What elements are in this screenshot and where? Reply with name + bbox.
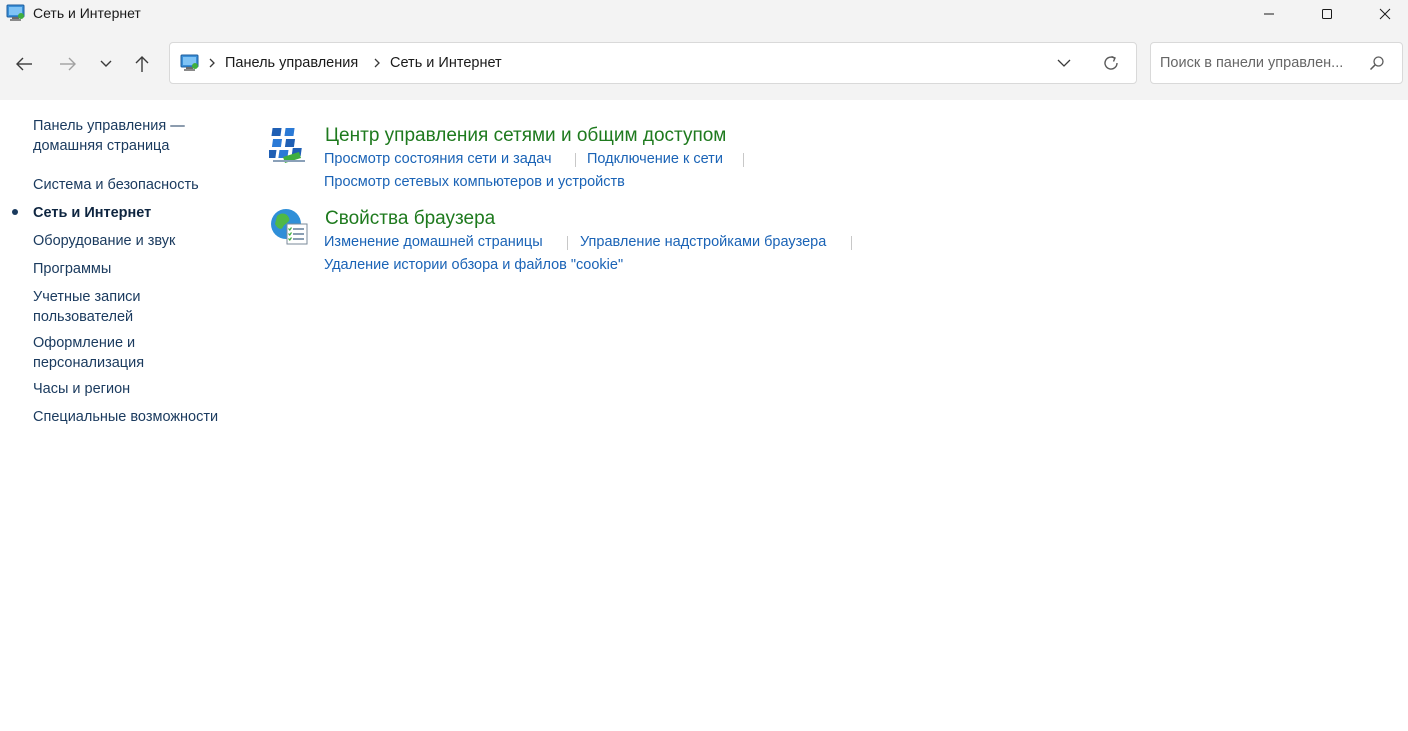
- link-change-homepage[interactable]: Изменение домашней страницы: [324, 234, 543, 250]
- link-connect-to-network[interactable]: Подключение к сети: [587, 151, 723, 167]
- sidebar-item-ease-of-access[interactable]: Специальные возможности: [33, 407, 243, 427]
- sidebar-item-control-panel-home[interactable]: Панель управления — домашняя страница: [33, 116, 243, 156]
- sidebar-item-appearance[interactable]: Оформление и персонализация: [33, 333, 163, 373]
- chevron-right-icon[interactable]: [207, 56, 217, 70]
- search-icon[interactable]: [1369, 55, 1385, 71]
- link-separator: [743, 153, 744, 167]
- recent-locations-button[interactable]: [92, 50, 120, 78]
- breadcrumb-control-panel[interactable]: Панель управления: [225, 55, 358, 71]
- close-icon: [1379, 8, 1391, 20]
- arrow-right-icon: [60, 57, 76, 71]
- sidebar-item-hardware-sound[interactable]: Оборудование и звук: [33, 231, 243, 251]
- chevron-down-icon[interactable]: [1056, 56, 1072, 70]
- close-button[interactable]: [1356, 0, 1408, 28]
- forward-button[interactable]: [54, 50, 82, 78]
- sidebar-item-system-security[interactable]: Система и безопасность: [33, 175, 243, 195]
- active-indicator: [12, 209, 18, 215]
- network-center-icon[interactable]: [269, 125, 309, 165]
- maximize-button[interactable]: [1298, 0, 1356, 28]
- link-separator: [575, 153, 576, 167]
- control-panel-icon: [180, 54, 199, 71]
- link-view-network-computers[interactable]: Просмотр сетевых компьютеров и устройств: [324, 174, 625, 190]
- up-button[interactable]: [128, 50, 156, 78]
- sidebar-item-programs[interactable]: Программы: [33, 259, 243, 279]
- link-separator: [851, 236, 852, 250]
- sidebar-item-network-internet: Сеть и Интернет: [33, 205, 152, 221]
- link-separator: [567, 236, 568, 250]
- internet-options-icon[interactable]: [269, 206, 309, 246]
- search-box[interactable]: [1150, 42, 1403, 84]
- link-manage-addons[interactable]: Управление надстройками браузера: [580, 234, 826, 250]
- minimize-icon: [1264, 13, 1274, 15]
- search-input[interactable]: [1160, 53, 1360, 73]
- minimize-button[interactable]: [1240, 0, 1298, 28]
- maximize-icon: [1322, 9, 1332, 19]
- refresh-icon[interactable]: [1102, 54, 1120, 72]
- window-title: Сеть и Интернет: [33, 5, 141, 21]
- sidebar-item-clock-region[interactable]: Часы и регион: [33, 379, 243, 399]
- chevron-right-icon[interactable]: [372, 56, 382, 70]
- arrow-up-icon: [135, 56, 149, 72]
- navigation-bar: Панель управления Сеть и Интернет: [0, 28, 1408, 100]
- section-title-internet-options[interactable]: Свойства браузера: [325, 208, 495, 230]
- breadcrumb-network-internet[interactable]: Сеть и Интернет: [390, 55, 502, 71]
- sidebar-item-user-accounts[interactable]: Учетные записи пользователей: [33, 287, 163, 327]
- title-bar: Сеть и Интернет: [0, 0, 1408, 28]
- arrow-left-icon: [16, 57, 32, 71]
- address-bar[interactable]: Панель управления Сеть и Интернет: [169, 42, 1137, 84]
- section-title-network-center[interactable]: Центр управления сетями и общим доступом: [325, 125, 726, 147]
- link-view-network-status[interactable]: Просмотр состояния сети и задач: [324, 151, 552, 167]
- chevron-down-icon: [100, 60, 112, 67]
- link-delete-browsing-history[interactable]: Удаление истории обзора и файлов "cookie…: [324, 257, 623, 273]
- control-panel-icon: [6, 4, 25, 21]
- back-button[interactable]: [10, 50, 38, 78]
